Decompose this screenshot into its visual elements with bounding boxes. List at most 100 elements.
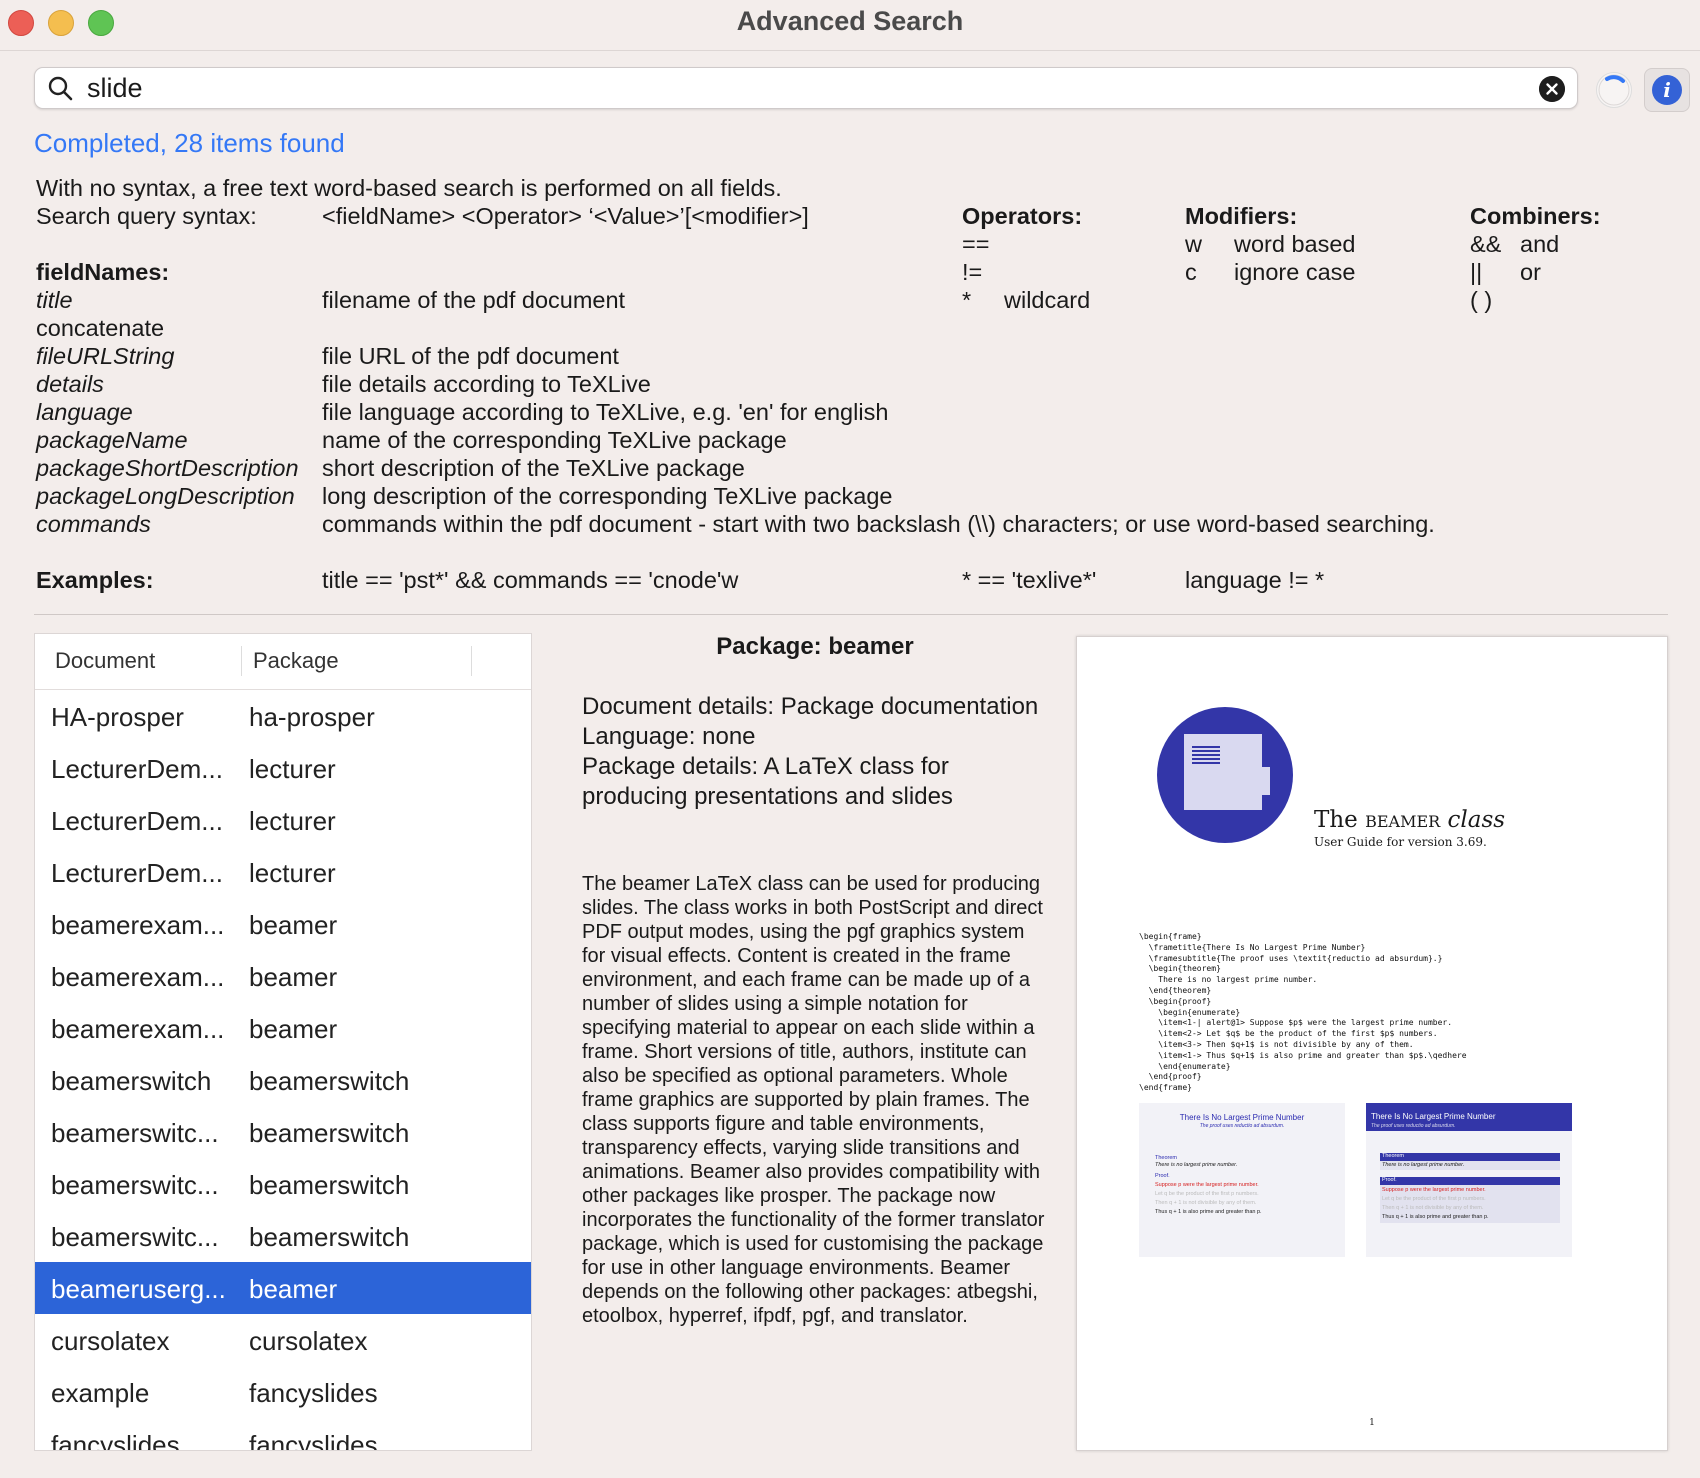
syntax-label: Search query syntax: bbox=[36, 203, 257, 229]
combiner-sym: ( ) bbox=[1470, 287, 1493, 313]
operator-sym: != bbox=[962, 259, 983, 285]
code-listing: \begin{frame} \frametitle{There Is No La… bbox=[1139, 932, 1467, 1093]
syntax-text: <fieldName> <Operator> ‘<Value>’[<modifi… bbox=[322, 203, 809, 229]
table-row[interactable]: cursolatex cursolatex bbox=[35, 1314, 531, 1366]
document-cell: beamerexam... bbox=[51, 1014, 225, 1044]
table-row[interactable]: HA-prosper ha-prosper bbox=[35, 690, 531, 742]
search-status: Completed, 28 items found bbox=[34, 128, 345, 158]
table-row[interactable]: fancyslides fancyslides bbox=[35, 1418, 531, 1451]
title-bar: Advanced Search bbox=[0, 0, 1700, 51]
operator-desc: wildcard bbox=[1004, 287, 1091, 313]
operators-heading: Operators: bbox=[962, 203, 1083, 229]
combiner-sym: || bbox=[1470, 259, 1483, 285]
svg-text:i: i bbox=[1663, 78, 1671, 102]
table-row[interactable]: LecturerDem... lecturer bbox=[35, 742, 531, 794]
search-icon bbox=[48, 76, 73, 101]
package-detail: Package details: A LaTeX class for produ… bbox=[582, 753, 953, 810]
document-cell: beamerswitch bbox=[51, 1066, 212, 1096]
package-cell: beamerswitch bbox=[249, 1066, 410, 1096]
package-cell: lecturer bbox=[249, 754, 336, 784]
results-table[interactable]: Document Package HA-prosper ha-prosper Le… bbox=[34, 633, 532, 1451]
modifiers-heading: Modifiers: bbox=[1185, 203, 1298, 229]
table-row[interactable]: beamerexam... beamer bbox=[35, 898, 531, 950]
example-query: * == 'texlive*' bbox=[962, 567, 1097, 593]
pdf-preview[interactable]: The beamer class User Guide for version … bbox=[1076, 636, 1668, 1451]
field-name: packageName bbox=[36, 427, 188, 453]
operator-sym: * bbox=[962, 287, 972, 313]
field-desc: short description of the TeXLive package bbox=[322, 455, 745, 481]
package-cell: beamer bbox=[249, 962, 338, 992]
table-row-selected[interactable]: beameruserg... beamer bbox=[35, 1262, 531, 1314]
table-row[interactable]: beamerexam... beamer bbox=[35, 1002, 531, 1054]
document-cell: beameruserg... bbox=[51, 1274, 226, 1304]
table-row[interactable]: beamerswitch beamerswitch bbox=[35, 1054, 531, 1106]
table-row[interactable]: LecturerDem... lecturer bbox=[35, 794, 531, 846]
page-number: 1 bbox=[1369, 1418, 1375, 1428]
package-cell: cursolatex bbox=[249, 1326, 368, 1356]
field-name: title bbox=[36, 287, 73, 313]
example-query: title == 'pst*' && commands == 'cnode'w bbox=[322, 567, 739, 593]
fieldnames-heading: fieldNames: bbox=[36, 259, 170, 285]
table-row[interactable]: example fancyslides bbox=[35, 1366, 531, 1418]
field-name: language bbox=[36, 399, 133, 425]
info-icon: i bbox=[1652, 75, 1682, 105]
search-field[interactable] bbox=[34, 67, 1578, 109]
example-query: language != * bbox=[1185, 567, 1325, 593]
document-cell: HA-prosper bbox=[51, 702, 184, 732]
divider bbox=[34, 614, 1668, 615]
document-cell: beamerswitc... bbox=[51, 1222, 219, 1252]
field-name: commands bbox=[36, 511, 151, 537]
combiner-desc: or bbox=[1520, 259, 1541, 285]
slide-thumbnail: There Is No Largest Prime Number The pro… bbox=[1366, 1103, 1572, 1257]
clear-search-icon[interactable] bbox=[1539, 76, 1565, 102]
document-title: The beamer class bbox=[1314, 807, 1506, 833]
column-header-document[interactable]: Document bbox=[55, 648, 155, 674]
field-desc: file details according to TeXLive bbox=[322, 371, 651, 397]
document-cell: cursolatex bbox=[51, 1326, 170, 1356]
field-name: fileURLString bbox=[36, 343, 175, 369]
modifier-sym: c bbox=[1185, 259, 1197, 285]
search-input[interactable] bbox=[87, 72, 1537, 104]
document-cell: LecturerDem... bbox=[51, 754, 223, 784]
package-cell: ha-prosper bbox=[249, 702, 375, 732]
table-row[interactable]: beamerswitc... beamerswitch bbox=[35, 1210, 531, 1262]
package-cell: fancyslides bbox=[249, 1430, 378, 1451]
package-details: Document details: Package documentation … bbox=[582, 692, 1052, 812]
document-cell: LecturerDem... bbox=[51, 858, 223, 888]
package-description: The beamer LaTeX class can be used for p… bbox=[582, 873, 1045, 1327]
table-row[interactable]: LecturerDem... lecturer bbox=[35, 846, 531, 898]
package-title: Package: beamer bbox=[716, 633, 914, 660]
progress-spinner-icon bbox=[1596, 72, 1632, 108]
document-cell: fancyslides bbox=[51, 1430, 180, 1451]
modifier-desc: word based bbox=[1234, 231, 1356, 257]
table-row[interactable]: beamerswitc... beamerswitch bbox=[35, 1106, 531, 1158]
document-cell: beamerexam... bbox=[51, 962, 225, 992]
combiner-desc: and bbox=[1520, 231, 1560, 257]
field-desc: filename of the pdf document bbox=[322, 287, 626, 313]
package-cell: lecturer bbox=[249, 858, 336, 888]
table-header: Document Package bbox=[35, 634, 531, 690]
info-button[interactable]: i bbox=[1644, 68, 1690, 112]
language-detail: Language: none bbox=[582, 723, 756, 750]
window-title: Advanced Search bbox=[736, 6, 964, 36]
package-cell: beamer bbox=[249, 910, 338, 940]
package-cell: beamerswitch bbox=[249, 1170, 410, 1200]
modifier-desc: ignore case bbox=[1234, 259, 1356, 285]
column-header-package[interactable]: Package bbox=[253, 648, 339, 674]
combiner-sym: && bbox=[1470, 231, 1502, 257]
field-name: packageLongDescription bbox=[36, 483, 295, 509]
field-name: packageShortDescription bbox=[36, 455, 299, 481]
document-details: Document details: Package documentation bbox=[582, 693, 1039, 720]
combiners-heading: Combiners: bbox=[1470, 203, 1601, 229]
package-cell: beamerswitch bbox=[249, 1222, 410, 1252]
table-row[interactable]: beamerexam... beamer bbox=[35, 950, 531, 1002]
field-desc: long description of the corresponding Te… bbox=[322, 483, 893, 509]
document-cell: beamerexam... bbox=[51, 910, 225, 940]
field-desc: file URL of the pdf document bbox=[322, 343, 619, 369]
table-row[interactable]: beamerswitc... beamerswitch bbox=[35, 1158, 531, 1210]
column-separator bbox=[241, 646, 242, 676]
field-desc: file language according to TeXLive, e.g.… bbox=[322, 399, 889, 425]
slide-thumbnail: There Is No Largest Prime Number The pro… bbox=[1139, 1103, 1345, 1257]
package-cell: lecturer bbox=[249, 806, 336, 836]
document-subtitle: User Guide for version 3.69. bbox=[1314, 835, 1487, 849]
